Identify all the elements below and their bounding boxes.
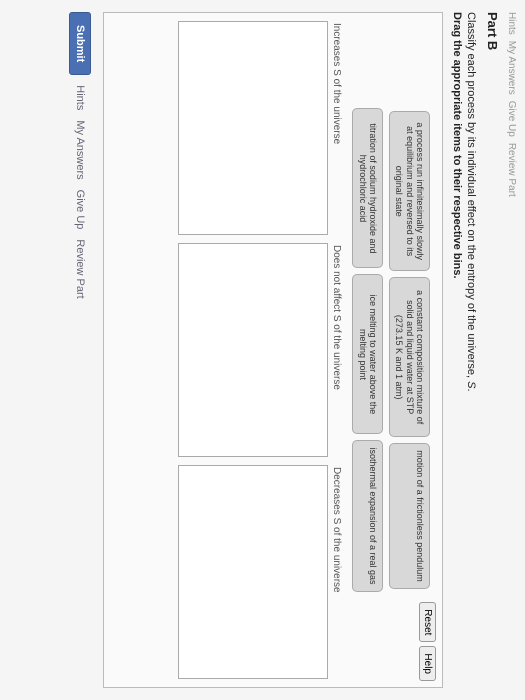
instruction-line-2: Drag the appropriate items to their resp… [451,12,463,688]
part-title: Part B [485,12,500,688]
drag-item[interactable]: isothermal expansion of a real gas [352,440,383,591]
bin-label: Does not affect S of the universe [331,243,342,457]
bin-no-effect: Does not affect S of the universe [178,243,342,457]
reset-button[interactable]: Reset [419,602,436,642]
help-button[interactable]: Help [419,646,436,681]
nav-give-up[interactable]: Give Up [506,101,517,137]
drag-item[interactable]: a process run infinitesimally slowly at … [389,111,430,271]
bin-decreases: Decreases S of the universe [178,465,342,679]
give-up-link[interactable]: Give Up [74,190,86,230]
hints-link[interactable]: Hints [74,85,86,110]
drag-drop-workarea: Reset Help a process run infinitesimally… [103,12,443,688]
submit-button[interactable]: Submit [69,12,91,75]
action-bar: Submit Hints My Answers Give Up Review P… [69,12,91,688]
drag-item[interactable]: motion of a frictionless pendulum [389,443,430,589]
nav-my-answers[interactable]: My Answers [506,41,517,95]
bin-increases: Increases S of the universe [178,21,342,235]
nav-hints[interactable]: Hints [506,12,517,35]
instruction-line-1: Classify each process by its individual … [465,12,477,688]
drag-item[interactable]: titration of sodium hydroxide and hydroc… [352,108,383,268]
instruction-text-b: . [465,388,477,391]
draggable-items-area: a process run infinitesimally slowly at … [352,21,430,679]
bin-dropzone-decreases[interactable] [178,465,328,679]
review-part-link[interactable]: Review Part [74,239,86,298]
top-nav: Hints My Answers Give Up Review Part [506,12,517,688]
my-answers-link[interactable]: My Answers [74,120,86,179]
drag-item[interactable]: a constant composition mixture of solid … [389,277,430,437]
instruction-text-a: Classify each process by its individual … [465,12,477,381]
bin-label: Decreases S of the universe [331,465,342,679]
drag-item[interactable]: ice melting to water above the melting p… [352,274,383,434]
nav-review[interactable]: Review Part [506,143,517,197]
bin-dropzone-increases[interactable] [178,21,328,235]
drop-bins-row: Increases S of the universe Does not aff… [178,21,342,679]
bin-dropzone-no-effect[interactable] [178,243,328,457]
bin-label: Increases S of the universe [331,21,342,235]
